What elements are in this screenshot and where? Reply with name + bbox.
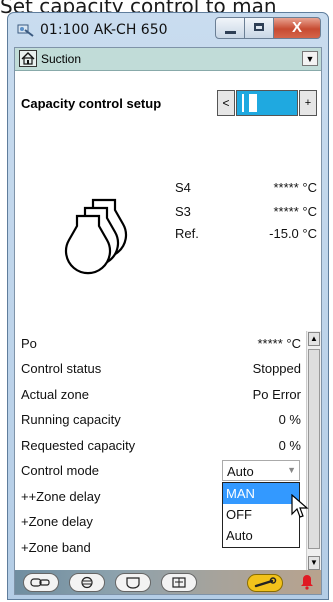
measurement-label: S4 — [175, 180, 191, 195]
measurement-value: ***** °C — [273, 204, 318, 219]
app-icon — [17, 24, 34, 37]
capacity-increase-button[interactable]: + — [299, 90, 317, 116]
client-area: Suction ▼ Capacity control setup < + S4 … — [14, 47, 322, 595]
param-label: Requested capacity — [21, 438, 136, 453]
compressor-icon — [64, 198, 128, 275]
param-label: Actual zone — [21, 387, 89, 402]
nav-bar: Suction ▼ — [15, 48, 321, 71]
mouse-cursor-icon — [291, 494, 309, 518]
alarm-bell-icon[interactable] — [301, 574, 313, 590]
slider-thumb[interactable] — [249, 94, 257, 112]
close-button[interactable]: X — [273, 17, 321, 39]
fan-tab-icon — [81, 576, 93, 589]
option-man[interactable]: MAN — [223, 483, 299, 504]
param-label: Po — [21, 336, 37, 351]
home-button[interactable] — [19, 50, 37, 67]
maximize-button[interactable] — [244, 17, 274, 39]
param-value: ***** °C — [257, 336, 302, 351]
tab-fan[interactable] — [69, 573, 105, 592]
scroll-thumb[interactable] — [308, 349, 320, 549]
service-tab[interactable] — [247, 574, 283, 592]
valve-tab-icon — [126, 577, 140, 589]
tab-compressor[interactable] — [23, 573, 59, 592]
nav-dropdown-button[interactable]: ▼ — [302, 51, 318, 66]
capacity-slider[interactable] — [236, 90, 298, 116]
control-mode-dropdown: MAN OFF Auto — [222, 482, 300, 548]
slider-marker — [242, 94, 244, 112]
scrollbar[interactable]: ▲ ▼ — [306, 331, 321, 571]
param-label: Control mode — [21, 463, 100, 478]
maximize-icon — [254, 23, 264, 31]
param-value: Stopped — [252, 361, 301, 376]
param-value: 0 % — [278, 438, 301, 453]
tab-io[interactable] — [161, 573, 197, 592]
param-label: +Zone band — [21, 540, 91, 555]
param-value: 0 % — [278, 412, 301, 427]
scroll-down-button[interactable]: ▼ — [308, 556, 320, 570]
close-icon: X — [291, 19, 302, 36]
home-icon — [21, 52, 35, 65]
chevron-down-icon: ▼ — [287, 465, 296, 475]
measurement-label: Ref. — [175, 226, 199, 241]
minimize-icon — [225, 31, 236, 34]
param-value: Po Error — [252, 387, 301, 402]
io-tab-icon — [172, 577, 186, 588]
param-label: Control status — [21, 361, 102, 376]
measurement-label: S3 — [175, 204, 191, 219]
wrench-icon — [254, 577, 277, 588]
compressor-tab-icon — [30, 578, 50, 587]
scroll-up-button[interactable]: ▲ — [308, 332, 320, 346]
control-mode-select[interactable]: Auto ▼ — [222, 460, 300, 481]
bottom-toolbar — [15, 570, 321, 594]
control-mode-value: Auto — [227, 464, 254, 479]
measurement-value: -15.0 °C — [269, 226, 317, 241]
param-label: Running capacity — [21, 412, 121, 427]
param-label: +Zone delay — [21, 514, 93, 529]
nav-label: Suction — [41, 52, 82, 66]
app-window: 01:100 AK-CH 650 X Suction ▼ Capacity co… — [7, 12, 329, 600]
option-off[interactable]: OFF — [223, 504, 299, 525]
measurement-value: ***** °C — [273, 180, 318, 195]
tab-valve[interactable] — [115, 573, 151, 592]
capacity-decrease-button[interactable]: < — [217, 90, 235, 116]
title-bar[interactable]: 01:100 AK-CH 650 X — [8, 13, 328, 47]
option-auto[interactable]: Auto — [223, 525, 299, 546]
param-label: ++Zone delay — [21, 489, 101, 504]
minimize-button[interactable] — [215, 17, 245, 39]
section-title: Capacity control setup — [21, 96, 162, 111]
window-title: 01:100 AK-CH 650 — [40, 22, 168, 38]
